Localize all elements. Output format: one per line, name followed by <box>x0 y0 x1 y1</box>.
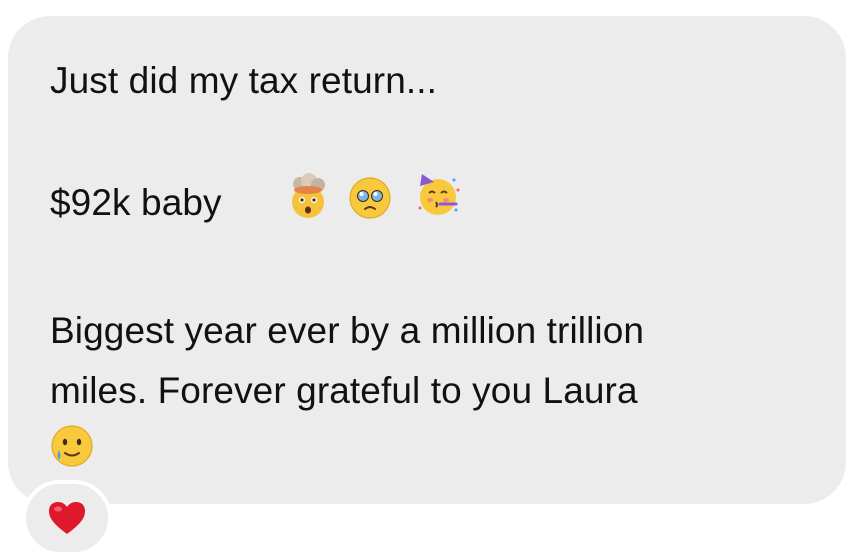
pleading-face-icon <box>349 177 391 219</box>
smiling-face-with-tear-icon <box>51 425 93 467</box>
red-heart-icon <box>49 502 85 534</box>
message-line-3: Biggest year ever by a million trillion <box>50 310 645 351</box>
reaction-bubble[interactable] <box>22 480 112 556</box>
message-line-1: Just did my tax return... <box>50 60 438 101</box>
exploding-head-icon <box>292 173 325 218</box>
message-line-2: $92k baby <box>50 182 222 223</box>
message-line-4: miles. Forever grateful to you Laura <box>50 370 638 411</box>
partying-face-icon <box>418 174 460 215</box>
